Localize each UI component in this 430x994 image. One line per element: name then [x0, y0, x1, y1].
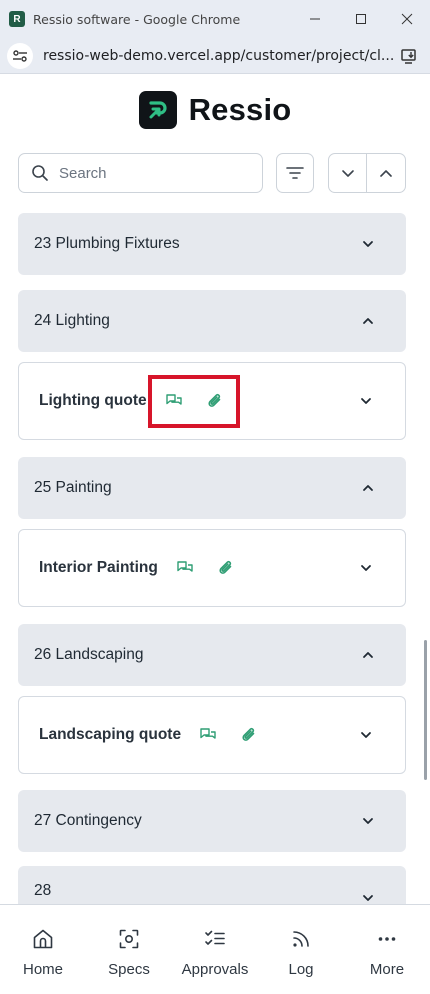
- filter-icon: [286, 167, 304, 179]
- collapse-all-button[interactable]: [367, 154, 405, 192]
- window-title: Ressio software - Google Chrome: [33, 11, 241, 27]
- browser-titlebar: R Ressio software - Google Chrome: [0, 0, 430, 38]
- section-label: 28: [34, 882, 52, 899]
- search-icon: [30, 163, 50, 183]
- app-header: Ressio: [0, 75, 430, 145]
- highlight-annotation-box: [148, 375, 240, 428]
- section-header-lighting[interactable]: 24 Lighting: [18, 290, 406, 352]
- bottom-navigation: Home Specs Approvals Log More: [0, 904, 430, 994]
- scan-icon: [115, 925, 143, 953]
- tune-icon: [13, 49, 27, 62]
- ressio-logo-icon: [138, 91, 177, 129]
- install-icon: [401, 48, 416, 64]
- chevron-up-icon: [357, 644, 379, 666]
- chevron-down-icon: [357, 810, 379, 832]
- list-item-landscaping-quote[interactable]: Landscaping quote: [18, 696, 406, 774]
- ressio-favicon-icon: R: [9, 11, 25, 27]
- chevron-up-icon: [357, 477, 379, 499]
- chevron-up-icon: [357, 310, 379, 332]
- nav-item-more[interactable]: More: [344, 905, 430, 994]
- nav-item-home[interactable]: Home: [0, 905, 86, 994]
- chevron-down-icon: [357, 233, 379, 255]
- section-header-landscaping[interactable]: 26 Landscaping: [18, 624, 406, 686]
- address-bar: ressio-web-demo.vercel.app/customer/proj…: [0, 38, 430, 74]
- section-header-plumbing-fixtures[interactable]: 23 Plumbing Fixtures: [18, 213, 406, 275]
- search-input[interactable]: [59, 164, 249, 182]
- chevron-down-icon: [341, 169, 354, 177]
- section-header-painting[interactable]: 25 Painting: [18, 457, 406, 519]
- comments-icon[interactable]: [174, 557, 196, 579]
- home-icon: [29, 925, 57, 953]
- section-header-contingency[interactable]: 27 Contingency: [18, 790, 406, 852]
- nav-item-log[interactable]: Log: [258, 905, 344, 994]
- more-icon: [373, 925, 401, 953]
- nav-label: Specs: [108, 961, 150, 978]
- install-app-button[interactable]: [394, 41, 424, 71]
- comments-icon[interactable]: [197, 724, 219, 746]
- filter-button[interactable]: [276, 153, 314, 193]
- section-label: 24 Lighting: [34, 312, 110, 329]
- nav-label: Home: [22, 961, 63, 978]
- checklist-icon: [201, 925, 229, 953]
- list-item-interior-painting[interactable]: Interior Painting: [18, 529, 406, 607]
- item-label: Landscaping quote: [39, 726, 182, 743]
- nav-label: More: [369, 961, 405, 978]
- scrollbar-thumb[interactable]: [424, 640, 427, 780]
- collapse-expand-group: [328, 153, 406, 193]
- search-field[interactable]: [18, 153, 263, 193]
- expand-all-button[interactable]: [329, 154, 368, 192]
- nav-label: Log: [288, 961, 314, 978]
- minimize-button[interactable]: [292, 0, 338, 38]
- nav-item-specs[interactable]: Specs: [86, 905, 172, 994]
- item-label: Lighting quote: [39, 392, 147, 409]
- attachment-icon[interactable]: [215, 557, 237, 579]
- chevron-down-icon[interactable]: [355, 557, 377, 579]
- rss-icon: [287, 925, 315, 953]
- attachment-icon[interactable]: [238, 724, 260, 746]
- chevron-down-icon[interactable]: [355, 724, 377, 746]
- chevron-up-icon: [380, 169, 392, 177]
- brand-name: Ressio: [188, 92, 292, 127]
- list-toolbar: [18, 153, 406, 193]
- close-window-button[interactable]: [384, 0, 430, 38]
- section-label: 23 Plumbing Fixtures: [34, 235, 180, 252]
- url-text[interactable]: ressio-web-demo.vercel.app/customer/proj…: [43, 48, 394, 64]
- chevron-down-icon[interactable]: [355, 390, 377, 412]
- nav-label: Approvals: [181, 961, 249, 978]
- section-label: 26 Landscaping: [34, 646, 144, 663]
- section-label: 25 Painting: [34, 479, 112, 496]
- nav-item-approvals[interactable]: Approvals: [172, 905, 258, 994]
- maximize-button[interactable]: [338, 0, 384, 38]
- item-label: Interior Painting: [39, 559, 158, 576]
- site-info-button[interactable]: [7, 42, 33, 69]
- section-label: 27 Contingency: [34, 812, 142, 829]
